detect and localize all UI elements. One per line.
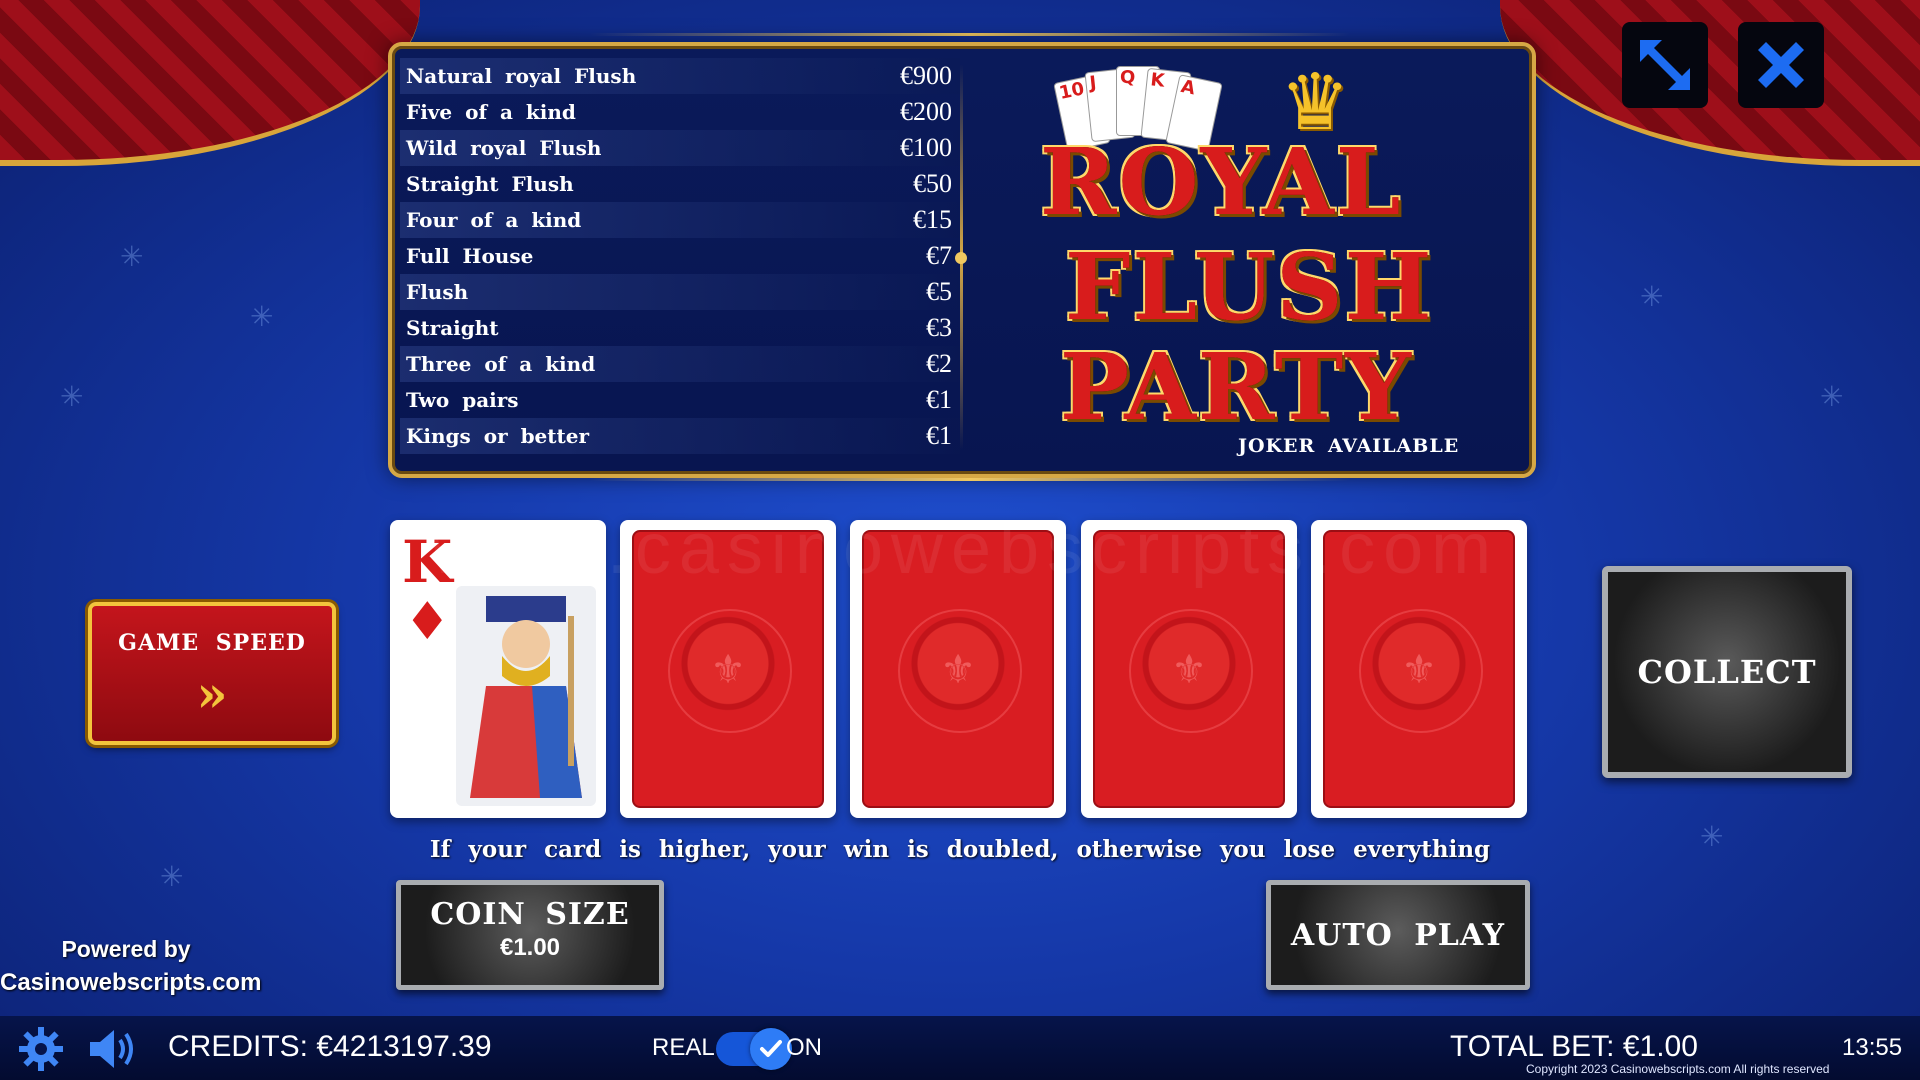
game-speed-button[interactable]: GAME SPEED » [88, 602, 336, 745]
card-rank: K [402, 528, 453, 596]
diamond-suit-icon: ♦ [404, 592, 451, 652]
paytable-row: Wild royal Flush €100 [400, 130, 960, 166]
powered-by-brand: Casinowebscripts.com [0, 969, 262, 996]
game-speed-label: GAME SPEED [118, 630, 306, 656]
card-face-down[interactable]: ⚜ [1081, 520, 1297, 818]
coin-size-button[interactable]: COIN SIZE €1.00 [396, 880, 664, 990]
paytable-row: Five of a kind €200 [400, 94, 960, 130]
card-back-pattern: ⚜ [862, 530, 1054, 808]
game-screen: ✳ ✳ ✳ ✳ ✳ ✳ ✳ Natural royal Flush €900 Fi… [0, 0, 1920, 1080]
hand-name: Full House [406, 244, 534, 268]
hand-payout: €100 [900, 133, 952, 162]
paytable-row: Four of a kind €15 [400, 202, 960, 238]
logo-word-flush: FLUSH [1065, 233, 1434, 341]
sparkle-decoration: ✳ [250, 300, 274, 333]
hand-name: Three of a kind [406, 352, 596, 376]
credits-display: CREDITS: €4213197.39 [168, 1030, 492, 1063]
hand-name: Kings or better [406, 424, 590, 448]
game-logo: 10 J Q K A ♛ ROYAL FLUSH PARTY JOKER AVA… [1020, 58, 1470, 458]
paytable-row: Kings or better €1 [400, 418, 960, 454]
hand-payout: €3 [926, 313, 952, 342]
paytable: Natural royal Flush €900 Five of a kind €2… [400, 58, 960, 454]
curtain-left-decoration [0, 0, 420, 166]
hand-name: Wild royal Flush [406, 136, 602, 160]
hand-name: Straight Flush [406, 172, 574, 196]
sparkle-decoration: ✳ [1640, 280, 1664, 313]
hand-name: Four of a kind [406, 208, 582, 232]
speaker-icon[interactable] [86, 1026, 138, 1072]
bottom-status-bar: CREDITS: €4213197.39 REAL ON TOTAL BET: … [0, 1016, 1920, 1080]
curtain-right-decoration [1500, 0, 1920, 166]
paytable-row: Natural royal Flush €900 [400, 58, 960, 94]
card-face-down[interactable]: ⚜ [850, 520, 1066, 818]
panel-top-ornament [590, 33, 1350, 36]
close-x-icon [1758, 42, 1804, 88]
hand-payout: €1 [926, 421, 952, 450]
card-back-pattern: ⚜ [1323, 530, 1515, 808]
hand-name: Natural royal Flush [406, 64, 637, 88]
card-back-pattern: ⚜ [632, 530, 824, 808]
powered-by: Powered by Casinowebscripts.com [0, 936, 262, 997]
card-face-down[interactable]: ⚜ [1311, 520, 1527, 818]
hand-name: Flush [406, 280, 469, 304]
paytable-row: Three of a kind €2 [400, 346, 960, 382]
panel-bottom-ornament [590, 478, 1350, 481]
logo-word-party: PARTY [1060, 333, 1413, 441]
sparkle-decoration: ✳ [1820, 380, 1844, 413]
hand-payout: €1 [926, 385, 952, 414]
fleur-de-lis-icon: ⚜ [1171, 647, 1207, 693]
hand-name: Five of a kind [406, 100, 576, 124]
total-bet-display: TOTAL BET: €1.00 [1450, 1030, 1698, 1063]
copyright-notice: Copyright 2023 Casinowebscripts.com All … [1526, 1062, 1830, 1076]
paytable-row: Flush €5 [400, 274, 960, 310]
auto-play-button[interactable]: AUTO PLAY [1266, 880, 1530, 990]
card-face-up[interactable]: K ♦ [390, 520, 606, 818]
paytable-row: Straight €3 [400, 310, 960, 346]
collect-button[interactable]: COLLECT [1602, 566, 1852, 778]
hand-name: Two pairs [406, 388, 519, 412]
card-back-pattern: ⚜ [1093, 530, 1285, 808]
coin-size-label: COIN SIZE [430, 897, 630, 932]
gamble-message: If your card is higher, your win is doub… [429, 836, 1491, 863]
divider-ornament [955, 252, 967, 264]
fullscreen-button[interactable] [1622, 22, 1708, 108]
fleur-de-lis-icon: ⚜ [940, 647, 976, 693]
paytable-row: Two pairs €1 [400, 382, 960, 418]
fleur-de-lis-icon: ⚜ [1401, 647, 1437, 693]
paytable-row: Full House €7 [400, 238, 960, 274]
chevron-right-icon: » [196, 664, 228, 723]
logo-word-royal: ROYAL [1040, 128, 1403, 236]
real-mode-label: REAL [652, 1034, 715, 1061]
hand-payout: €200 [900, 97, 952, 126]
hand-payout: €15 [913, 205, 952, 234]
card-face-down[interactable]: ⚜ [620, 520, 836, 818]
hand-name: Straight [406, 316, 499, 340]
hand-payout: €50 [913, 169, 952, 198]
king-illustration [456, 586, 596, 806]
check-icon [760, 1040, 782, 1057]
close-button[interactable] [1738, 22, 1824, 108]
auto-play-label: AUTO PLAY [1290, 917, 1506, 953]
hand-payout: €7 [926, 241, 952, 270]
hand-payout: €900 [900, 61, 952, 90]
paytable-row: Straight Flush €50 [400, 166, 960, 202]
collect-label: COLLECT [1637, 653, 1817, 691]
powered-by-label: Powered by [61, 936, 191, 962]
sparkle-decoration: ✳ [1700, 820, 1724, 853]
sparkle-decoration: ✳ [160, 860, 184, 893]
clock: 13:55 [1842, 1034, 1903, 1061]
fullscreen-arrows-icon [1640, 40, 1690, 90]
fleur-de-lis-icon: ⚜ [710, 647, 746, 693]
real-mode-toggle[interactable] [716, 1028, 792, 1070]
gear-icon[interactable] [18, 1026, 64, 1072]
joker-available-label: JOKER AVAILABLE [1238, 435, 1460, 457]
sparkle-decoration: ✳ [120, 240, 144, 273]
hand-payout: €2 [926, 349, 952, 378]
hand-payout: €5 [926, 277, 952, 306]
coin-size-value: €1.00 [499, 934, 561, 961]
on-mode-label: ON [786, 1034, 822, 1061]
sparkle-decoration: ✳ [60, 380, 84, 413]
